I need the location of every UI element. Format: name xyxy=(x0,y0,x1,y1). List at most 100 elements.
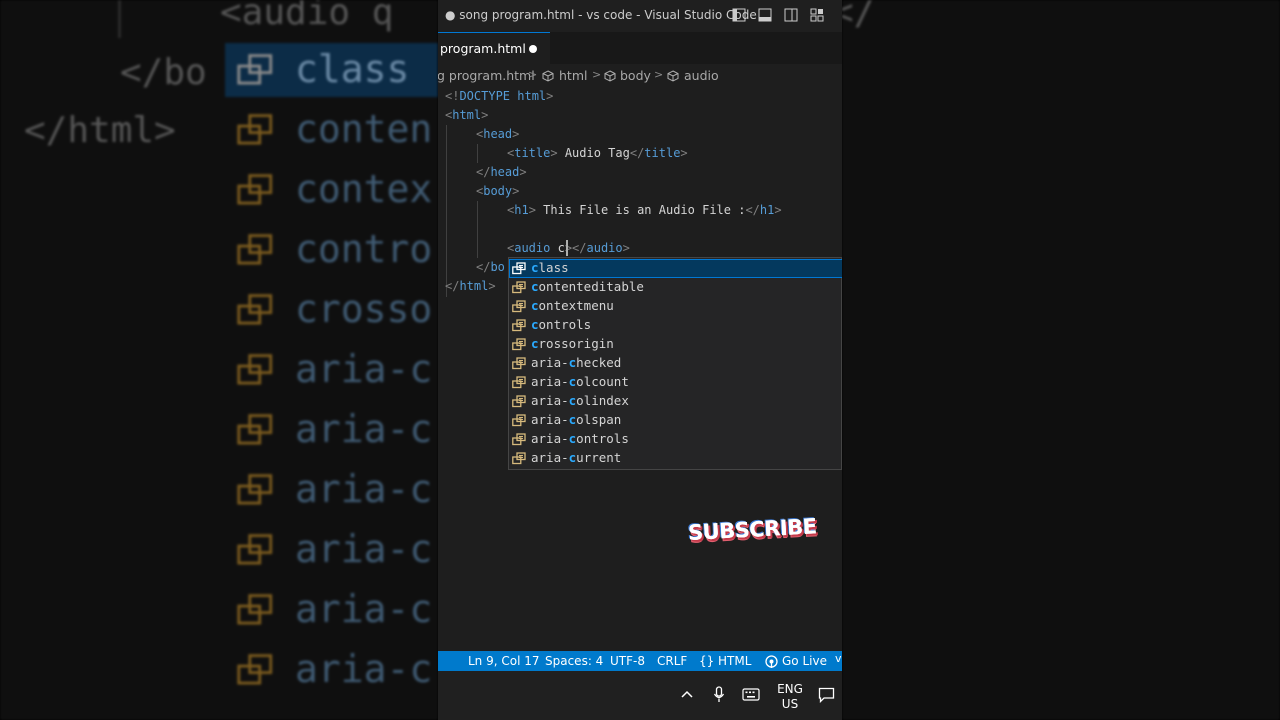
chevron-right-icon: > xyxy=(528,68,538,81)
bg-property-icon xyxy=(233,593,277,627)
suggestion-item[interactable]: contenteditable xyxy=(509,278,842,297)
symbol-element-icon xyxy=(604,70,616,82)
bg-suggestion-label: class xyxy=(295,47,410,91)
suggestion-label: aria-checked xyxy=(531,355,622,370)
bg-suggestion-label: contro xyxy=(295,227,433,271)
bg-suggestion-item: contex xyxy=(225,163,438,217)
background-right: </ xyxy=(842,0,1280,720)
mic-icon[interactable] xyxy=(713,686,725,704)
tab-program-html[interactable]: program.html xyxy=(438,32,550,64)
layout-sidebar-icon[interactable] xyxy=(732,8,746,22)
suggestion-label: aria-controls xyxy=(531,431,629,446)
symbol-property-icon xyxy=(512,338,526,351)
code-line-1: <!DOCTYPE html> xyxy=(445,89,554,103)
code-line-10: </bo xyxy=(476,260,505,274)
bg-suggestion-label: aria-c xyxy=(295,407,433,451)
code-line-3: <head> xyxy=(476,127,520,141)
layout-panel-icon[interactable] xyxy=(758,8,772,22)
indent-guide xyxy=(446,125,447,297)
tab-label: program.html xyxy=(440,41,526,56)
symbol-property-icon xyxy=(512,281,526,294)
bg-suggestion-item: aria-c xyxy=(225,643,438,697)
suggestion-item[interactable]: controls xyxy=(509,316,842,335)
indent-guide xyxy=(477,201,478,258)
bg-suggestion-item: crosso xyxy=(225,283,438,337)
bg-suggestion-label: contex xyxy=(295,167,433,211)
status-bar: Ln 9, Col 17 Spaces: 4 UTF-8 CRLF {} HTM… xyxy=(438,651,842,671)
language-line-2: US xyxy=(781,697,799,711)
bg-suggestion-item: aria-c xyxy=(225,583,438,637)
status-cursor-position[interactable]: Ln 9, Col 17 xyxy=(468,654,540,668)
suggestion-item[interactable]: aria-colcount xyxy=(509,373,842,392)
status-language[interactable]: HTML xyxy=(718,654,751,668)
keyboard-icon[interactable] xyxy=(742,688,760,701)
suggestion-label: aria-colspan xyxy=(531,412,622,427)
language-indicator[interactable]: ENG US xyxy=(776,682,804,712)
bg-close-html: </html> xyxy=(24,110,176,151)
customize-layout-icon[interactable] xyxy=(810,8,824,22)
suggestion-item[interactable]: aria-current xyxy=(509,449,842,468)
vscode-window: ● song program.html - vs code - Visual S… xyxy=(438,0,842,720)
bg-property-icon xyxy=(233,113,277,147)
breadcrumb-body[interactable]: body xyxy=(620,68,651,83)
background-left: <audio q </bo </html> class conten contex c… xyxy=(0,0,438,720)
status-go-live[interactable]: Go Live xyxy=(782,654,827,668)
breadcrumb-audio[interactable]: audio xyxy=(684,68,719,83)
bg-suggestion-item: aria-c xyxy=(225,343,438,397)
chevron-right-icon: > xyxy=(654,68,664,81)
unsaved-dot-icon[interactable] xyxy=(529,45,537,53)
code-line-4: <title> Audio Tag</title> xyxy=(507,146,688,160)
suggestion-item[interactable]: aria-controls xyxy=(509,430,842,449)
suggestion-item[interactable]: aria-checked xyxy=(509,354,842,373)
bg-property-icon xyxy=(233,533,277,567)
layout-secondary-icon[interactable] xyxy=(784,8,798,22)
bg-suggestion-label: aria-c xyxy=(295,647,433,691)
breadcrumb-html[interactable]: html xyxy=(559,68,587,83)
tab-bar: program.html xyxy=(438,32,842,64)
symbol-property-icon xyxy=(512,433,526,446)
suggestion-item[interactable]: aria-colspan xyxy=(509,411,842,430)
chevron-up-icon[interactable] xyxy=(680,689,694,699)
bg-suggestion-item: contro xyxy=(225,223,438,277)
broadcast-icon xyxy=(765,655,778,668)
bg-guide xyxy=(118,0,121,38)
symbol-property-icon xyxy=(512,395,526,408)
code-line-7: <h1> This File is an Audio File :</h1> xyxy=(507,203,782,217)
bg-suggestion-label: aria-c xyxy=(295,527,433,571)
symbol-property-icon xyxy=(512,452,526,465)
symbol-property-icon xyxy=(512,300,526,313)
bg-suggestion-item: aria-c xyxy=(225,463,438,517)
bg-suggestion-item: aria-c xyxy=(225,403,438,457)
status-indentation[interactable]: Spaces: 4 xyxy=(545,654,603,668)
symbol-element-icon xyxy=(667,70,679,82)
subscribe-sticker[interactable]: SUBSCRIBE xyxy=(687,514,818,552)
status-encoding[interactable]: UTF-8 xyxy=(610,654,645,668)
suggestion-label: controls xyxy=(531,317,592,332)
suggestion-label: aria-colindex xyxy=(531,393,629,408)
status-eol[interactable]: CRLF xyxy=(657,654,687,668)
symbol-property-icon xyxy=(512,376,526,389)
subscribe-text: SUBSCRIBE xyxy=(687,514,818,546)
suggestion-item[interactable]: contextmenu xyxy=(509,297,842,316)
suggestion-item[interactable]: crossorigin xyxy=(509,335,842,354)
bg-property-icon xyxy=(233,353,277,387)
language-line-1: ENG xyxy=(777,682,803,696)
suggestion-item[interactable]: aria-colindex xyxy=(509,392,842,411)
suggestion-item[interactable]: class xyxy=(509,259,842,278)
breadcrumb-file[interactable]: g program.html xyxy=(438,68,535,83)
bg-suggestion-item: class xyxy=(225,43,438,97)
suggestion-label: contextmenu xyxy=(531,298,614,313)
text-cursor xyxy=(566,240,568,256)
bg-suggestion-label: conten xyxy=(295,107,433,151)
breadcrumb: g program.html > html > body > audio xyxy=(438,66,842,86)
notification-icon[interactable] xyxy=(818,687,835,703)
chevron-down-icon[interactable]: v xyxy=(835,652,842,665)
window-title: ● song program.html - vs code - Visual S… xyxy=(445,8,757,22)
suggestion-label: contenteditable xyxy=(531,279,644,294)
bg-suggestion-label: aria-c xyxy=(295,587,433,631)
suggestion-label: class xyxy=(531,260,569,275)
bg-suggestion-label: aria-c xyxy=(295,467,433,511)
bg-right-text: </ xyxy=(842,0,876,33)
suggestion-label: aria-current xyxy=(531,450,622,465)
bg-close-body: </bo xyxy=(120,52,207,93)
